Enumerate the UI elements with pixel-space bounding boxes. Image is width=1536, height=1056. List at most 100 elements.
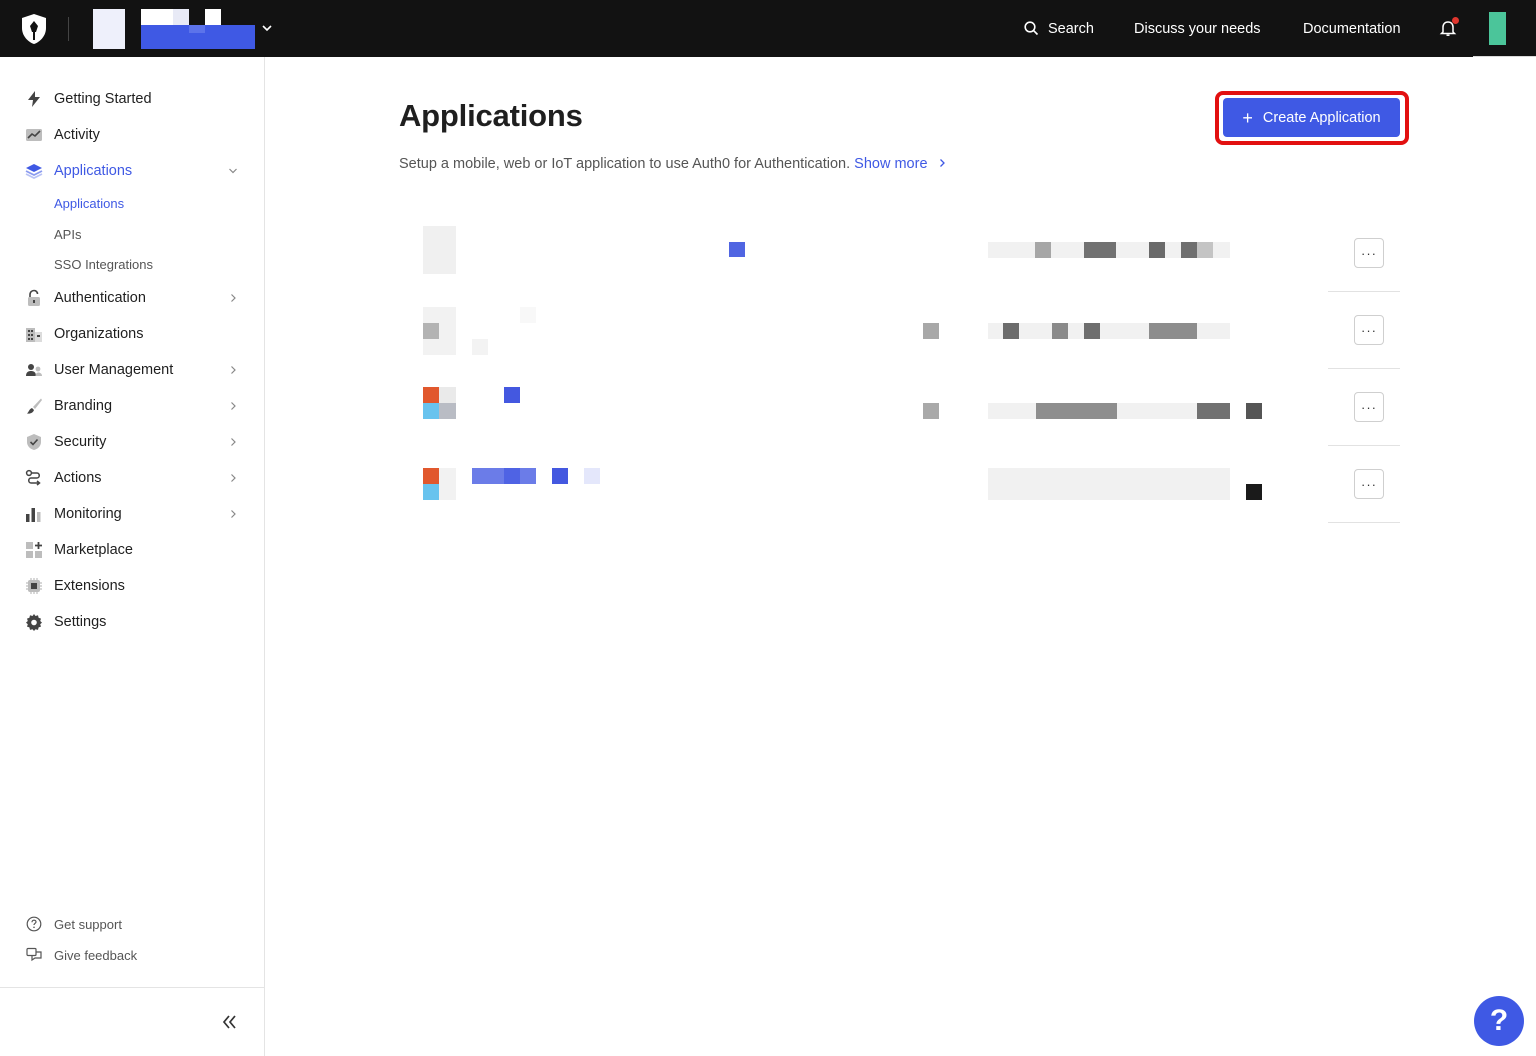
- sidebar-item-monitoring[interactable]: Monitoring: [0, 496, 264, 532]
- app-type-redacted: [923, 323, 939, 339]
- page-description-text: Setup a mobile, web or IoT application t…: [399, 156, 851, 172]
- app-logo: [423, 226, 456, 274]
- redacted-block: [584, 468, 600, 484]
- sidebar-item-label: Extensions: [54, 578, 125, 594]
- notification-badge: [1452, 17, 1459, 24]
- app-logo: [423, 403, 439, 419]
- chevron-right-icon: [231, 474, 236, 482]
- layers-icon: [25, 164, 43, 180]
- chevron-right-icon: [939, 159, 945, 167]
- topbar-divider: [68, 17, 69, 41]
- discuss-needs-link[interactable]: Discuss your needs: [1134, 0, 1261, 57]
- sidebar-item-extensions[interactable]: Extensions: [0, 568, 264, 604]
- user-avatar[interactable]: [1489, 12, 1506, 45]
- page-title: Applications: [399, 98, 583, 133]
- sidebar-item-label: Monitoring: [54, 506, 122, 522]
- chevron-right-icon: [231, 402, 236, 410]
- auth0-logo-icon[interactable]: [20, 13, 48, 45]
- sidebar-item-label: Authentication: [54, 290, 146, 306]
- create-application-button[interactable]: + Create Application: [1223, 98, 1400, 137]
- redacted-block: [1149, 323, 1197, 339]
- help-button[interactable]: ?: [1474, 996, 1524, 1046]
- plus-icon: +: [1242, 107, 1253, 128]
- create-application-label: Create Application: [1262, 109, 1381, 126]
- tenant-avatar[interactable]: [93, 9, 125, 49]
- client-id-redacted: [988, 468, 1230, 500]
- app-name-redacted: [504, 387, 520, 403]
- redacted-block: [552, 468, 568, 484]
- help-circle-icon: [26, 916, 42, 932]
- redacted-block: [1181, 242, 1197, 258]
- get-support-link[interactable]: Get support: [0, 911, 264, 937]
- bar-chart-icon: [26, 508, 41, 522]
- redacted-block: [1084, 242, 1116, 258]
- redacted-block: [1052, 323, 1068, 339]
- row-more-button[interactable]: ···: [1354, 315, 1384, 345]
- chevron-right-icon: [231, 510, 236, 518]
- sidebar-item-marketplace[interactable]: Marketplace: [0, 532, 264, 568]
- row-more-button[interactable]: ···: [1354, 238, 1384, 268]
- tenant-name[interactable]: [141, 9, 255, 49]
- sidebar-item-authentication[interactable]: Authentication: [0, 280, 264, 316]
- sidebar-item-branding[interactable]: Branding: [0, 388, 264, 424]
- sidebar-subitem-applications[interactable]: Applications: [54, 196, 124, 211]
- gear-icon: [26, 614, 42, 631]
- sidebar-item-label: Getting Started: [54, 91, 152, 107]
- redacted-block: [1003, 323, 1019, 339]
- redacted-block: [1246, 484, 1262, 500]
- sidebar-subitem-apis[interactable]: APIs: [54, 227, 81, 242]
- redacted-block: [504, 468, 520, 484]
- sidebar-item-label: Marketplace: [54, 542, 133, 558]
- sidebar-item-label: Applications: [54, 163, 133, 179]
- marketplace-icon: [26, 542, 42, 558]
- sidebar: Getting Started Activity Applications Ap…: [0, 57, 265, 1056]
- sidebar-item-security[interactable]: Security: [0, 424, 264, 460]
- redacted-block: [423, 323, 439, 339]
- redacted-block: [1035, 242, 1051, 258]
- row-divider: [1328, 445, 1400, 446]
- lock-icon: [28, 289, 40, 306]
- topbar-search[interactable]: Search: [1024, 0, 1094, 57]
- feedback-icon: [26, 947, 42, 962]
- row-more-button[interactable]: ···: [1354, 469, 1384, 499]
- app-type-redacted: [923, 403, 939, 419]
- row-divider: [1328, 368, 1400, 369]
- row-more-button[interactable]: ···: [1354, 392, 1384, 422]
- app-logo: [439, 387, 456, 403]
- building-icon: [26, 328, 42, 342]
- give-feedback-link[interactable]: Give feedback: [0, 942, 264, 968]
- users-icon: [26, 364, 42, 376]
- brush-icon: [27, 398, 42, 414]
- app-logo: [439, 468, 456, 500]
- row-divider: [1328, 522, 1400, 523]
- redacted-block: [1197, 403, 1230, 419]
- sidebar-item-organizations[interactable]: Organizations: [0, 316, 264, 352]
- give-feedback-label: Give feedback: [54, 947, 138, 963]
- show-more-link[interactable]: Show more: [854, 156, 946, 172]
- sidebar-subitem-sso-integrations[interactable]: SSO Integrations: [54, 257, 153, 272]
- sidebar-item-actions[interactable]: Actions: [0, 460, 264, 496]
- collapse-sidebar-icon[interactable]: [220, 1014, 240, 1030]
- documentation-link[interactable]: Documentation: [1303, 0, 1401, 57]
- chevron-right-icon: [231, 294, 236, 302]
- app-logo: [423, 387, 439, 403]
- sidebar-item-label: User Management: [54, 362, 174, 378]
- sidebar-item-activity[interactable]: Activity: [0, 117, 264, 153]
- sidebar-item-user-management[interactable]: User Management: [0, 352, 264, 388]
- redacted-block: [520, 307, 536, 323]
- redacted-block: [472, 339, 488, 355]
- app-logo: [439, 403, 456, 419]
- sidebar-item-label: Security: [54, 434, 107, 450]
- row-divider: [1328, 291, 1400, 292]
- sidebar-item-label: Organizations: [54, 326, 144, 342]
- tenant-chevron-down-icon[interactable]: [260, 21, 274, 35]
- sidebar-item-getting-started[interactable]: Getting Started: [0, 81, 264, 117]
- chevron-right-icon: [231, 366, 236, 374]
- sidebar-item-applications[interactable]: Applications: [0, 153, 264, 189]
- app-logo: [423, 468, 439, 484]
- sidebar-item-settings[interactable]: Settings: [0, 604, 264, 640]
- get-support-label: Get support: [54, 916, 122, 932]
- search-label: Search: [1048, 20, 1094, 37]
- top-bar: Search Discuss your needs Documentation: [0, 0, 1536, 57]
- app-logo: [423, 484, 439, 500]
